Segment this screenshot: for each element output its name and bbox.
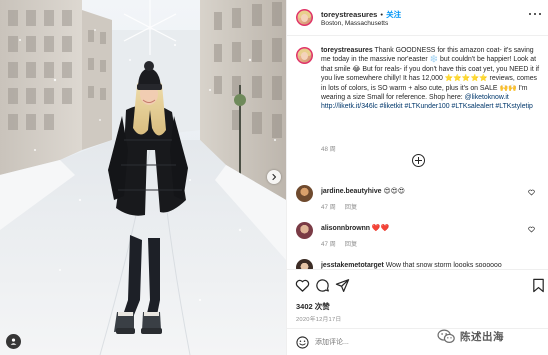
- post-date: 2020年12月17日: [296, 317, 342, 323]
- caption-age: 48 周: [321, 146, 336, 153]
- reply-button[interactable]: 回复: [345, 204, 357, 211]
- caption-link-hashtag[interactable]: #liketkit: [380, 103, 403, 110]
- post-header: toreystreasures • 关注 Boston, Massachuset…: [287, 0, 548, 36]
- ellipsis-dot: [539, 13, 541, 15]
- action-icons-row: [295, 278, 544, 293]
- comment-meta: 47 周 回复: [321, 239, 357, 248]
- watermark-text: 陈述出海: [460, 330, 504, 343]
- comment-body: Wow that snow storm loooks soooooo: [385, 262, 502, 269]
- comment-item: alisonnbrownn ❤️❤️ 47 周 回复: [296, 222, 542, 252]
- commenter-username[interactable]: jardine.beautyhive: [321, 188, 382, 195]
- watermark: 陈述出海: [437, 324, 541, 348]
- more-options-button[interactable]: [529, 11, 541, 17]
- comment-text: jardine.beautyhive 😍😍😍: [321, 187, 526, 196]
- likes-summary[interactable]: 3402 次赞: [296, 301, 330, 312]
- commenter-avatar[interactable]: [296, 185, 313, 202]
- heart-icon: [528, 189, 535, 196]
- post-photo[interactable]: [0, 0, 286, 355]
- comment-body: 😍😍😍: [383, 188, 405, 195]
- caption-author-avatar[interactable]: [296, 47, 313, 64]
- user-tag-icon: [10, 338, 17, 345]
- follow-button[interactable]: 关注: [386, 10, 401, 19]
- commenter-avatar[interactable]: [296, 222, 313, 239]
- emoji-picker-button[interactable]: [296, 336, 309, 349]
- commenter-username[interactable]: alisonnbrownn: [321, 225, 370, 232]
- emoji-icon: [296, 336, 309, 349]
- comment-icon: [316, 279, 329, 292]
- post-details-panel: toreystreasures • 关注 Boston, Massachuset…: [286, 0, 548, 355]
- comment-like-button[interactable]: [528, 189, 535, 196]
- ellipsis-dot: [534, 13, 536, 15]
- comment-body: ❤️❤️: [371, 225, 390, 232]
- post-location[interactable]: Boston, Massachusetts: [321, 20, 388, 27]
- load-more-comments-button[interactable]: [412, 154, 425, 167]
- ellipsis-icon: [529, 13, 531, 15]
- comment-text: jesstakemetotarget Wow that snow storm l…: [321, 261, 526, 269]
- caption-link-handle[interactable]: @liketoknow.it: [465, 94, 509, 101]
- comment-meta: 47 周 回复: [321, 202, 357, 211]
- caption-link-url[interactable]: http://liketk.it/346lc: [321, 103, 378, 110]
- caption-body: Thank GOODNESS for this amazon coat- it'…: [321, 47, 540, 102]
- comment-age: 47 周: [321, 204, 336, 211]
- comments-scroll-area[interactable]: toreystreasures Thank GOODNESS for this …: [287, 37, 548, 269]
- separator-dot: •: [380, 10, 384, 19]
- chevron-right-icon: [272, 173, 277, 181]
- author-avatar[interactable]: [296, 9, 313, 26]
- save-button[interactable]: [531, 278, 544, 293]
- post-image: [0, 0, 286, 355]
- carousel-next-button[interactable]: [267, 170, 281, 184]
- wechat-logo-icon: [437, 329, 456, 344]
- heart-icon: [528, 226, 535, 233]
- caption-text: toreystreasures Thank GOODNESS for this …: [321, 46, 543, 112]
- comment-age: 47 周: [321, 241, 336, 248]
- reply-button[interactable]: 回复: [345, 241, 357, 248]
- header-user-line: toreystreasures • 关注: [321, 9, 401, 20]
- share-icon: [335, 279, 350, 293]
- caption-username[interactable]: toreystreasures: [321, 47, 373, 54]
- comment-item: jesstakemetotarget Wow that snow storm l…: [296, 259, 542, 269]
- likes-count: 3402: [296, 302, 313, 311]
- bookmark-icon: [533, 278, 544, 293]
- commenter-username[interactable]: jesstakemetotarget: [321, 262, 384, 269]
- commenter-avatar[interactable]: [296, 259, 313, 269]
- comment-input[interactable]: [315, 334, 445, 350]
- likes-label: 次赞: [314, 302, 330, 311]
- comment-button[interactable]: [315, 278, 330, 293]
- caption-hashtags[interactable]: #LTKunder100 #LTKsalealert #LTKstyletip: [405, 103, 533, 110]
- comment-like-button[interactable]: [528, 226, 535, 233]
- heart-icon: [295, 279, 310, 292]
- comment-text: alisonnbrownn ❤️❤️: [321, 224, 526, 233]
- like-button[interactable]: [295, 278, 310, 293]
- comment-item: jardine.beautyhive 😍😍😍 47 周 回复: [296, 185, 542, 215]
- user-tag-button[interactable]: [6, 334, 21, 349]
- author-username[interactable]: toreystreasures: [321, 10, 377, 19]
- share-button[interactable]: [335, 278, 350, 293]
